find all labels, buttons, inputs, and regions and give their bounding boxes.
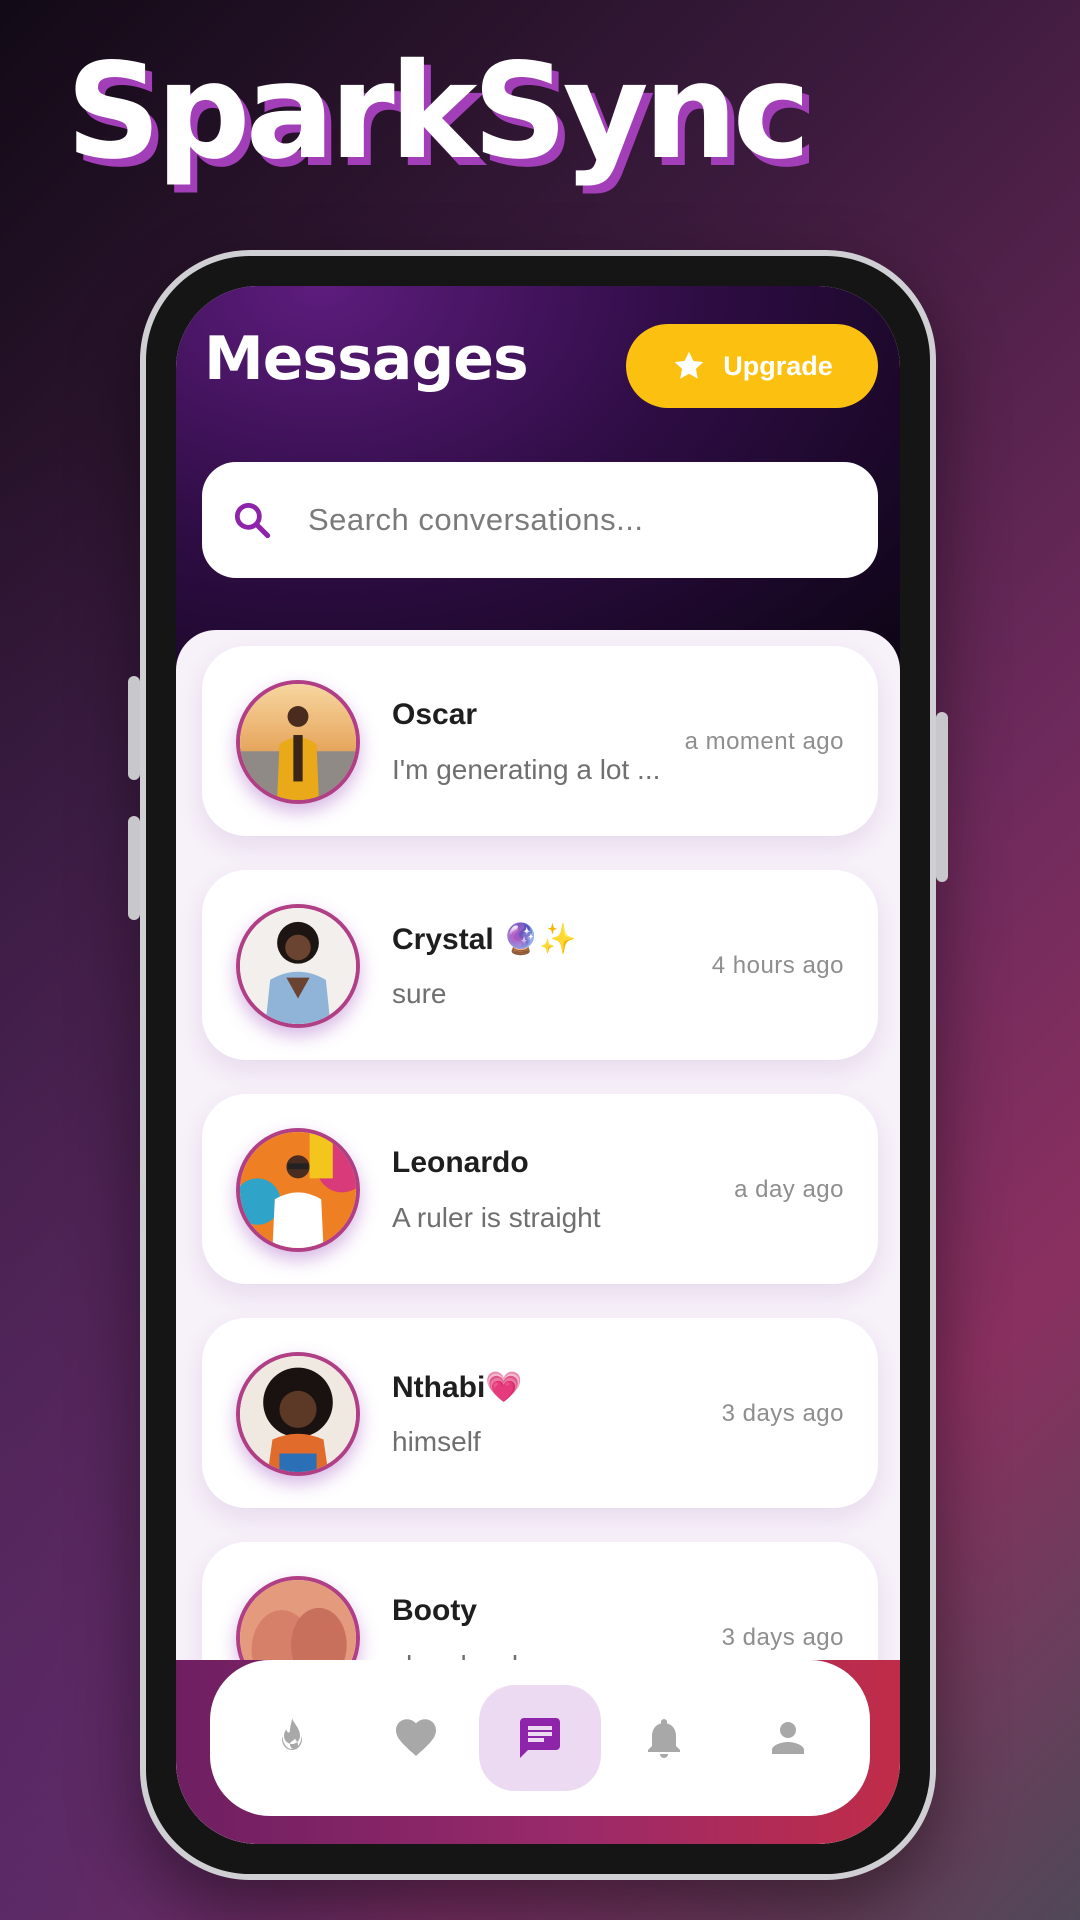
search-input[interactable] [306,501,830,539]
phone-power-button [936,712,948,882]
app-showcase: SparkSync Messages Upgrade Search conver… [0,0,1080,1920]
heart-icon [396,1719,436,1756]
contact-name: Leonardo [392,1146,529,1179]
nav-item-profile[interactable] [727,1685,849,1791]
message-time: a moment ago [684,728,844,755]
nav-item-messages[interactable] [479,1685,601,1791]
page-title: Messages [204,324,529,394]
nav-item-notifications[interactable] [603,1685,725,1791]
message-preview: I'm generating a lot ... [392,754,661,785]
conversation-card-nthabi[interactable]: Nthabi💗 himself 3 days ago [202,1318,878,1508]
conversation-card-leonardo[interactable]: Leonardo A ruler is straight a day ago [202,1094,878,1284]
phone-side-button [128,676,140,780]
bottom-nav [176,1660,900,1844]
avatar [236,680,360,804]
message-preview: A ruler is straight [392,1202,601,1233]
contact-name: Crystal 🔮✨ [392,923,577,956]
nav-item-likes[interactable] [355,1685,477,1791]
bottom-nav-panel [210,1660,870,1816]
person-icon [772,1722,804,1754]
upgrade-button[interactable]: Upgrade [626,324,878,408]
phone-frame: Messages Upgrade Search conversations...… [128,250,948,1880]
bell-icon [648,1719,680,1758]
conversation-card-crystal[interactable]: Crystal 🔮✨ sure 4 hours ago [202,870,878,1060]
avatar [236,904,360,1028]
brand-title: SparkSync [66,35,811,189]
message-time: 4 hours ago [711,952,844,979]
chat-icon [520,1718,560,1758]
message-preview: himself [392,1426,481,1457]
flame-icon [282,1718,302,1750]
message-time: a day ago [734,1176,844,1203]
phone-screen: Messages Upgrade Search conversations...… [176,286,900,1844]
messages-header: Messages Upgrade [176,286,900,686]
message-time: 3 days ago [721,1624,844,1651]
phone-side-button [128,816,140,920]
avatar [236,1352,360,1476]
conversation-card-oscar[interactable]: Oscar I'm generating a lot ... a moment … [202,646,878,836]
contact-name: Oscar [392,698,478,731]
search-icon [234,502,271,539]
message-preview: sure [392,978,447,1009]
avatar [236,1128,360,1252]
message-time: 3 days ago [721,1400,844,1427]
search-bar[interactable] [202,462,878,578]
contact-name: Booty [392,1594,477,1627]
upgrade-label: Upgrade [723,350,833,381]
contact-name: Nthabi💗 [392,1371,523,1404]
star-icon [674,351,704,379]
nav-item-discover[interactable] [231,1685,353,1791]
